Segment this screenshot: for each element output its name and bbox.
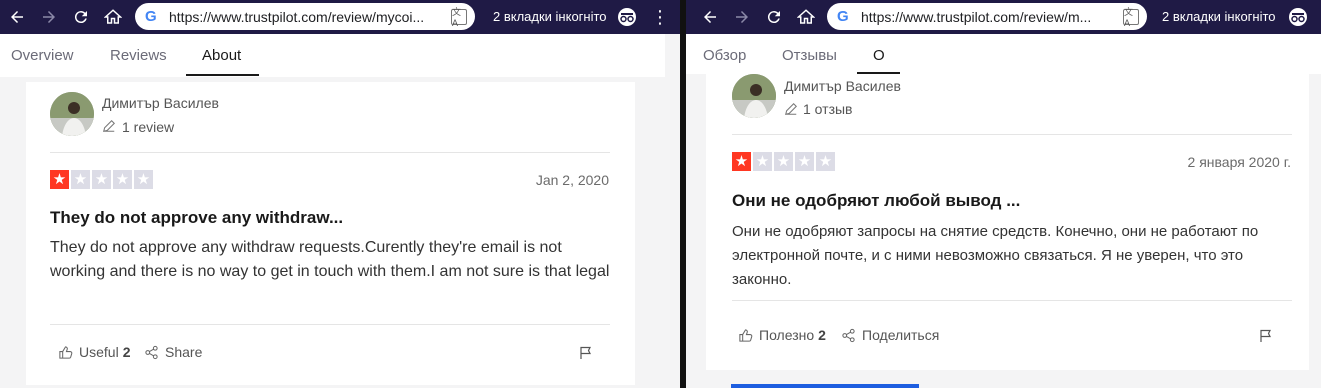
divider [732,300,1292,301]
star-rating: ★ ★ ★ ★ ★ [50,170,153,189]
review-body: Они не одобряют запросы на снятие средст… [732,223,1259,288]
useful-label: Полезно [759,327,815,343]
flag-icon[interactable] [579,346,593,360]
review-count: 1 review [122,119,175,135]
review-date: 2 января 2020 г. [1187,154,1291,170]
page-tabs: Overview Reviews About [0,34,665,77]
google-g-icon: G [837,7,849,25]
review-title[interactable]: They do not approve any withdraw... [50,208,343,228]
incognito-icon[interactable] [1288,7,1308,27]
divider [50,152,610,153]
tab-about[interactable]: About [202,34,241,77]
share-label: Поделиться [862,327,940,343]
browser-window-russian: G https://www.trustpilot.com/review/m...… [686,0,1321,388]
incognito-label: 2 вкладки інкогніто [1162,9,1276,24]
share-label: Share [165,344,203,360]
more-vert-icon[interactable]: ⋮ [650,7,670,27]
star-icon: ★ [795,152,814,171]
tab-overview[interactable]: Overview [11,34,74,77]
pencil-icon [785,103,797,115]
thumbs-up-icon [739,328,753,342]
url-text: https://www.trustpilot.com/review/m... [861,8,1092,25]
review-card: Димитър Василев 1 отзыв ★ ★ ★ ★ ★ 2 янва… [706,74,1309,370]
page-tabs: Обзор Отзывы О [686,34,1321,74]
star-icon: ★ [71,170,90,189]
translate-icon[interactable]: 文A [1123,7,1139,28]
useful-button[interactable]: Useful 2 [58,344,130,360]
browser-toolbar: G https://www.trustpilot.com/review/m...… [686,0,1321,34]
incognito-icon[interactable] [617,7,637,27]
address-bar[interactable]: G https://www.trustpilot.com/review/m...… [827,3,1147,30]
useful-count: 2 [818,327,826,343]
share-button[interactable]: Поделиться [841,327,939,343]
star-icon: ★ [816,152,835,171]
star-icon: ★ [774,152,793,171]
review-card: Димитър Василев 1 review ★ ★ ★ ★ ★ Jan 2… [26,82,635,385]
translate-icon[interactable]: 文A [451,7,467,28]
review-body: They do not approve any withdraw request… [50,239,610,280]
reload-icon[interactable] [763,6,785,28]
active-tab-indicator [186,74,259,76]
tab-overview[interactable]: Обзор [703,34,746,77]
home-icon[interactable] [102,6,124,28]
divider [50,324,610,325]
useful-count: 2 [122,344,131,360]
avatar[interactable] [50,92,94,136]
url-text: https://www.trustpilot.com/review/mycoi.… [169,8,425,25]
browser-window-english: G https://www.trustpilot.com/review/myco… [0,0,680,388]
thumbs-up-icon [59,345,73,359]
share-icon [145,345,158,359]
home-icon[interactable] [795,6,817,28]
tab-reviews[interactable]: Reviews [110,34,167,77]
back-arrow-icon[interactable] [6,6,28,28]
incognito-label: 2 вкладки інкогніто [493,9,607,24]
star-icon: ★ [92,170,111,189]
star-icon: ★ [50,170,69,189]
share-icon [842,328,855,342]
google-g-icon: G [145,7,157,25]
star-rating: ★ ★ ★ ★ ★ [732,152,835,171]
back-arrow-icon[interactable] [699,6,721,28]
review-count: 1 отзыв [803,101,853,117]
tab-about[interactable]: О [873,34,885,77]
useful-button[interactable]: Полезно 2 [738,327,826,343]
star-icon: ★ [753,152,772,171]
star-icon: ★ [732,152,751,171]
star-icon: ★ [113,170,132,189]
review-date: Jan 2, 2020 [535,172,609,188]
reviewer-name[interactable]: Димитър Василев [784,78,901,94]
review-title[interactable]: Они не одобряют любой вывод ... [732,191,1020,211]
browser-toolbar: G https://www.trustpilot.com/review/myco… [0,0,680,34]
tab-reviews[interactable]: Отзывы [782,34,837,77]
forward-arrow-icon[interactable] [731,6,753,28]
pencil-icon [103,120,115,132]
forward-arrow-icon[interactable] [38,6,60,28]
divider [732,134,1292,135]
share-button[interactable]: Share [144,344,202,360]
avatar[interactable] [732,74,776,118]
flag-icon[interactable] [1259,329,1273,343]
reviewer-name[interactable]: Димитър Василев [102,95,219,111]
primary-button-edge[interactable] [731,384,919,388]
star-icon: ★ [134,170,153,189]
reload-icon[interactable] [70,6,92,28]
useful-label: Useful [79,344,119,360]
address-bar[interactable]: G https://www.trustpilot.com/review/myco… [135,3,475,30]
